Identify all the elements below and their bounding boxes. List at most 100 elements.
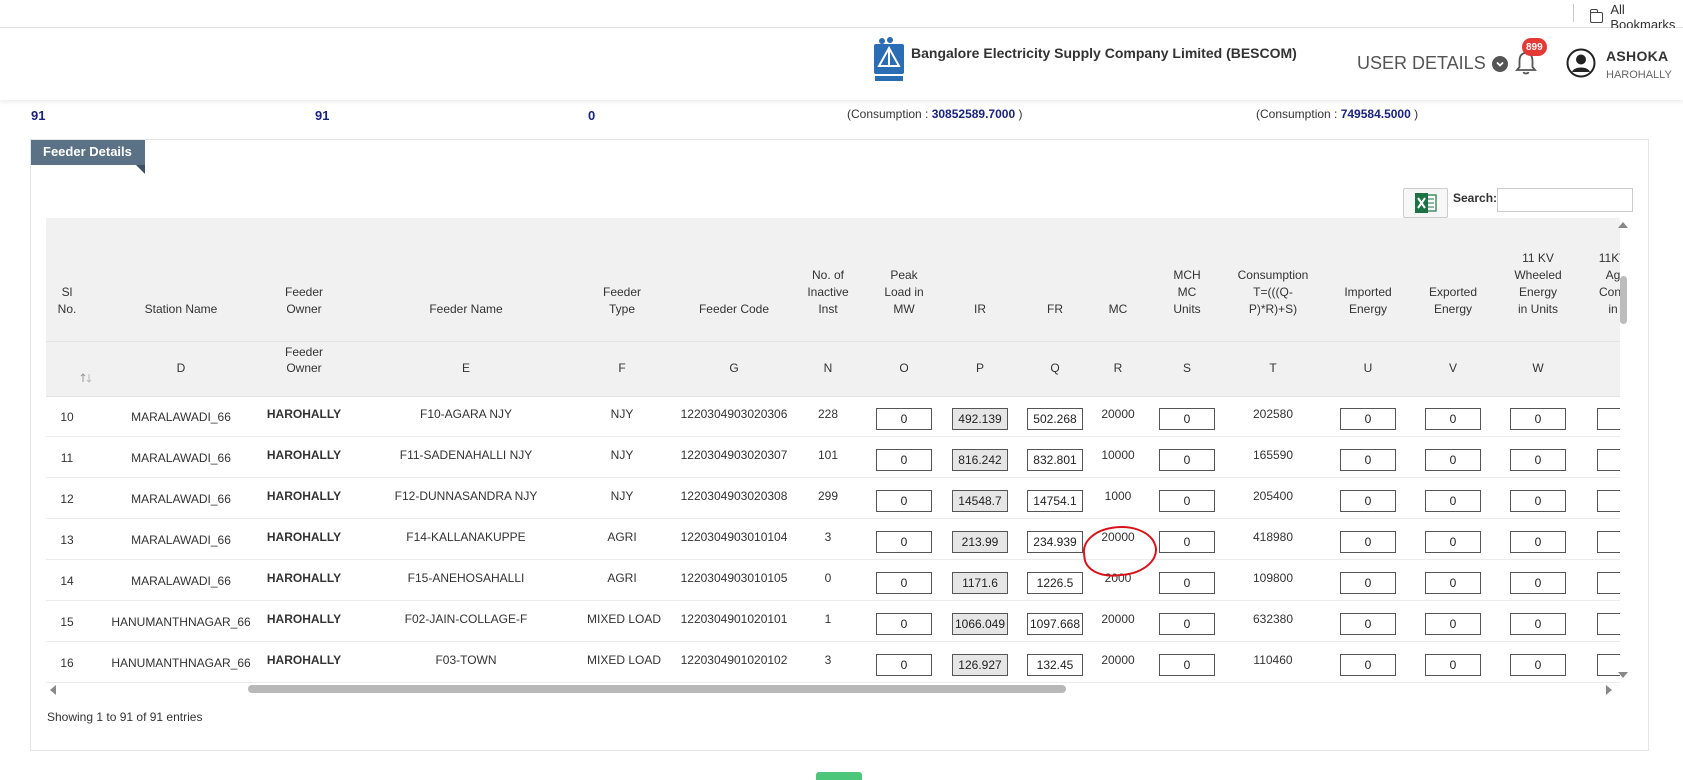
cell-input-fr[interactable] xyxy=(1027,654,1083,676)
row-divider xyxy=(46,641,1620,642)
cell-input-exp[interactable] xyxy=(1425,613,1481,635)
cell-sl: 15 xyxy=(60,615,74,629)
cell-input-fr[interactable] xyxy=(1027,613,1083,635)
cell-input-ir[interactable] xyxy=(952,408,1008,430)
row-extra-input[interactable] xyxy=(1597,490,1620,512)
cell-input-mch[interactable] xyxy=(1159,531,1215,553)
cell-input-wheeled[interactable] xyxy=(1510,572,1566,594)
row-extra-input[interactable] xyxy=(1597,613,1620,635)
column-header[interactable]: FR xyxy=(1025,301,1085,318)
cell-input-imp[interactable] xyxy=(1340,572,1396,594)
cell-input-mch[interactable] xyxy=(1159,408,1215,430)
cell-sl: 10 xyxy=(60,410,74,424)
column-header[interactable]: Imported Energy xyxy=(1333,284,1403,318)
cell-input-peak[interactable] xyxy=(876,572,932,594)
cell-input-imp[interactable] xyxy=(1340,408,1396,430)
horizontal-scrollbar-thumb[interactable] xyxy=(248,685,1066,693)
cell-input-ir[interactable] xyxy=(952,572,1008,594)
cell-sl: 13 xyxy=(60,533,74,547)
cell-input-exp[interactable] xyxy=(1425,531,1481,553)
column-header[interactable]: Peak Load in MW xyxy=(869,267,939,318)
sort-icon[interactable] xyxy=(80,373,92,383)
column-header[interactable]: IR xyxy=(950,301,1010,318)
cell-input-exp[interactable] xyxy=(1425,490,1481,512)
feeder-table: Sl No. Station Name D Feeder Owner Feeder Ow… xyxy=(46,218,1620,684)
cell-input-fr[interactable] xyxy=(1027,490,1083,512)
row-extra-input[interactable] xyxy=(1597,408,1620,430)
cell-input-exp[interactable] xyxy=(1425,654,1481,676)
consumption-summary-1: (Consumption : 30852589.7000 ) xyxy=(847,107,1023,121)
cell-input-fr[interactable] xyxy=(1027,449,1083,471)
cell-input-peak[interactable] xyxy=(876,408,932,430)
cell-input-fr[interactable] xyxy=(1027,531,1083,553)
row-extra-input[interactable] xyxy=(1597,449,1620,471)
cell-inactive: 3 xyxy=(824,653,832,667)
column-header[interactable]: Sl No. xyxy=(47,284,87,318)
submit-button[interactable] xyxy=(816,772,862,780)
column-header[interactable]: No. of Inactive Inst xyxy=(798,267,858,318)
column-header[interactable]: 11KV Ag Cons in xyxy=(1593,250,1620,318)
column-subheader: G xyxy=(729,361,739,375)
cell-input-wheeled[interactable] xyxy=(1510,654,1566,676)
row-extra-input[interactable] xyxy=(1597,654,1620,676)
cell-input-exp[interactable] xyxy=(1425,449,1481,471)
cell-input-wheeled[interactable] xyxy=(1510,449,1566,471)
column-subheader: V xyxy=(1448,361,1457,375)
column-header[interactable]: Feeder Type xyxy=(587,284,657,318)
cell-input-ir[interactable] xyxy=(952,613,1008,635)
row-extra-input[interactable] xyxy=(1597,572,1620,594)
scroll-right-arrow-icon[interactable] xyxy=(1606,685,1612,695)
cell-input-ir[interactable] xyxy=(952,654,1008,676)
scroll-down-arrow-icon[interactable] xyxy=(1618,672,1628,678)
cell-input-wheeled[interactable] xyxy=(1510,408,1566,430)
column-header[interactable]: Exported Energy xyxy=(1418,284,1488,318)
export-excel-button[interactable] xyxy=(1403,188,1448,218)
cell-input-ir[interactable] xyxy=(952,531,1008,553)
cell-input-ir[interactable] xyxy=(952,449,1008,471)
column-header[interactable]: MC xyxy=(1093,301,1143,318)
cell-input-peak[interactable] xyxy=(876,654,932,676)
vertical-scrollbar-thumb[interactable] xyxy=(1620,276,1627,324)
column-header[interactable]: Feeder Name xyxy=(366,301,566,318)
cell-input-mch[interactable] xyxy=(1159,490,1215,512)
cell-input-mch[interactable] xyxy=(1159,572,1215,594)
entries-info: Showing 1 to 91 of 91 entries xyxy=(47,710,203,724)
cell-input-peak[interactable] xyxy=(876,449,932,471)
cell-input-mch[interactable] xyxy=(1159,449,1215,471)
cell-input-peak[interactable] xyxy=(876,613,932,635)
column-header[interactable]: Station Name xyxy=(106,301,256,318)
cell-input-imp[interactable] xyxy=(1340,449,1396,471)
cell-input-exp[interactable] xyxy=(1425,408,1481,430)
row-extra-input[interactable] xyxy=(1597,531,1620,553)
cell-input-wheeled[interactable] xyxy=(1510,531,1566,553)
cell-input-imp[interactable] xyxy=(1340,613,1396,635)
cell-input-ir[interactable] xyxy=(952,490,1008,512)
user-avatar-icon[interactable] xyxy=(1566,48,1596,78)
consumption-summary-2: (Consumption : 749584.5000 ) xyxy=(1256,107,1419,121)
cell-input-peak[interactable] xyxy=(876,490,932,512)
scroll-up-arrow-icon[interactable] xyxy=(1618,222,1628,228)
cell-input-wheeled[interactable] xyxy=(1510,490,1566,512)
cell-input-imp[interactable] xyxy=(1340,654,1396,676)
cell-input-fr[interactable] xyxy=(1027,572,1083,594)
column-header[interactable]: MCH MC Units xyxy=(1157,267,1217,318)
cell-code: 1220304903010104 xyxy=(680,530,788,544)
cell-feeder: F03-TOWN xyxy=(435,653,497,667)
user-details-dropdown[interactable]: USER DETAILS xyxy=(1357,53,1508,74)
search-input[interactable] xyxy=(1497,188,1633,212)
cell-input-peak[interactable] xyxy=(876,531,932,553)
cell-input-fr[interactable] xyxy=(1027,408,1083,430)
column-header[interactable]: Consumption T=(((Q- P)*R)+S) xyxy=(1223,267,1323,318)
cell-input-exp[interactable] xyxy=(1425,572,1481,594)
column-header[interactable]: 11 KV Wheeled Energy in Units xyxy=(1498,250,1578,318)
user-details-label: USER DETAILS xyxy=(1357,53,1486,73)
cell-input-mch[interactable] xyxy=(1159,613,1215,635)
cell-input-imp[interactable] xyxy=(1340,531,1396,553)
cell-input-wheeled[interactable] xyxy=(1510,613,1566,635)
cell-input-imp[interactable] xyxy=(1340,490,1396,512)
scroll-left-arrow-icon[interactable] xyxy=(50,685,56,695)
cell-input-mch[interactable] xyxy=(1159,654,1215,676)
column-header[interactable]: Feeder Code xyxy=(669,301,799,318)
column-header[interactable]: Feeder Owner xyxy=(259,284,349,318)
cell-inactive: 228 xyxy=(817,407,839,421)
